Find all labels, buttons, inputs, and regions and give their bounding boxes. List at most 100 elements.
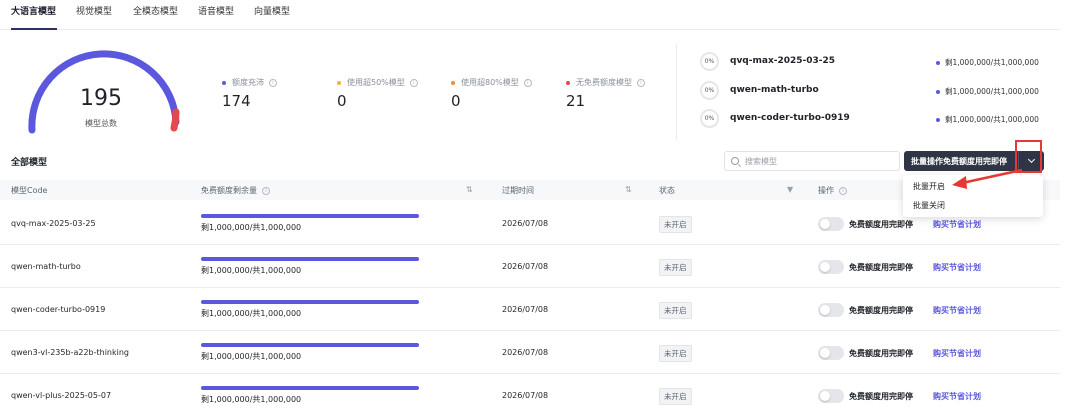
quota-progress-bar: [201, 300, 419, 304]
filter-icon[interactable]: ▼: [787, 185, 793, 194]
model-code: qwen-math-turbo: [11, 262, 81, 271]
batch-dropdown-menu: 批量开启 批量关闭: [903, 175, 1043, 217]
tab-llm[interactable]: 大语言模型: [11, 4, 56, 17]
quota-progress-fill: [201, 343, 419, 347]
quota-list-item: 0% qwen-coder-turbo-0919 剩1,000,000/共1,0…: [700, 109, 1040, 129]
stat-label: 额度充沛: [232, 78, 264, 87]
auto-stop-toggle[interactable]: [818, 260, 844, 274]
status-badge: 未开启: [659, 216, 692, 233]
quota-list-item: 0% qwen-math-turbo 剩1,000,000/共1,000,000: [700, 81, 1040, 101]
stat-label: 无免费额度模型: [576, 78, 632, 87]
column-header-status: 状态: [659, 186, 675, 195]
quota-progress-bar: [201, 343, 419, 347]
divider: [676, 44, 677, 140]
expire-date: 2026/07/08: [502, 391, 549, 400]
column-header-expire: 过期时间: [502, 186, 534, 195]
auto-stop-toggle[interactable]: [818, 303, 844, 317]
stat-over-80: 使用超80%模型 i 0: [451, 77, 532, 110]
section-title: 全部模型: [11, 158, 48, 168]
quota-remain-text: 剩1,000,000/共1,000,000: [201, 309, 302, 318]
status-badge: 未开启: [659, 345, 692, 362]
info-icon[interactable]: i: [269, 78, 277, 87]
auto-stop-toggle[interactable]: [818, 217, 844, 231]
auto-stop-label: 免费额度用完即停: [849, 220, 913, 229]
menu-item-batch-enable[interactable]: 批量开启: [913, 181, 945, 192]
status-badge: 未开启: [659, 259, 692, 276]
quota-remain-text: 剩1,000,000/共1,000,000: [945, 87, 1039, 96]
status-dot: [936, 117, 940, 122]
column-header-quota: 免费额度剩余量 i: [201, 185, 270, 196]
stat-over-50: 使用超50%模型 i 0: [337, 77, 418, 110]
percent-ring: 0%: [700, 81, 719, 100]
quota-remain-text: 剩1,000,000/共1,000,000: [945, 58, 1039, 67]
quota-progress-fill: [201, 257, 419, 261]
quota-remain-text: 剩1,000,000/共1,000,000: [201, 223, 302, 232]
model-type-tabs: 大语言模型 视觉模型 全模态模型 语音模型 向量模型: [0, 0, 1060, 30]
search-box: [724, 151, 900, 171]
active-tab-indicator: [11, 28, 57, 30]
stat-label: 使用超50%模型: [347, 78, 405, 87]
auto-stop-toggle[interactable]: [818, 389, 844, 403]
menu-item-batch-disable[interactable]: 批量关闭: [913, 200, 945, 211]
gauge-label: 模型总数: [85, 119, 117, 128]
info-icon[interactable]: i: [409, 78, 418, 87]
quota-remain-text: 剩1,000,000/共1,000,000: [201, 266, 302, 275]
tab-omni[interactable]: 全模态模型: [133, 4, 178, 17]
info-icon[interactable]: i: [637, 78, 645, 87]
buy-savings-plan-link[interactable]: 购买节省计划: [933, 391, 981, 402]
sort-icon[interactable]: ⇅: [466, 185, 473, 194]
status-dot: [451, 80, 455, 85]
quota-remain-text: 剩1,000,000/共1,000,000: [201, 395, 302, 404]
buy-savings-plan-link[interactable]: 购买节省计划: [933, 262, 981, 273]
quota-progress-bar: [201, 386, 419, 390]
table-row: qvq-max-2025-03-25 剩1,000,000/共1,000,000…: [0, 202, 1060, 245]
stat-value: 0: [337, 92, 347, 110]
auto-stop-toggle[interactable]: [818, 346, 844, 360]
quota-remain-text: 剩1,000,000/共1,000,000: [201, 352, 302, 361]
column-header-code: 模型Code: [11, 186, 48, 195]
stat-value: 21: [566, 92, 586, 110]
expire-date: 2026/07/08: [502, 219, 549, 228]
model-code: qvq-max-2025-03-25: [11, 219, 96, 228]
quota-list-item: 0% qvq-max-2025-03-25 剩1,000,000/共1,000,…: [700, 52, 1040, 72]
gauge-value: 195: [80, 86, 122, 111]
status-dot: [936, 60, 940, 65]
status-badge: 未开启: [659, 388, 692, 405]
search-input[interactable]: [745, 156, 885, 166]
expire-date: 2026/07/08: [502, 305, 549, 314]
auto-stop-label: 免费额度用完即停: [849, 392, 913, 401]
tab-vision[interactable]: 视觉模型: [76, 4, 112, 17]
tab-speech[interactable]: 语音模型: [198, 4, 234, 17]
table-header: 模型Code 免费额度剩余量 i ⇅ 过期时间 ⇅ 状态 ▼ 操作 i: [0, 180, 1060, 200]
quota-progress-fill: [201, 300, 419, 304]
info-icon[interactable]: i: [839, 186, 847, 195]
batch-operation-button[interactable]: 批量操作免费额度用完即停: [904, 151, 1018, 171]
quota-progress-bar: [201, 214, 419, 218]
buy-savings-plan-link[interactable]: 购买节省计划: [933, 219, 981, 230]
buy-savings-plan-link[interactable]: 购买节省计划: [933, 348, 981, 359]
auto-stop-label: 免费额度用完即停: [849, 306, 913, 315]
quota-progress-fill: [201, 386, 419, 390]
search-icon: [731, 157, 739, 165]
quota-model-name: qvq-max-2025-03-25: [730, 56, 836, 66]
model-code: qwen3-vl-235b-a22b-thinking: [11, 348, 130, 357]
percent-ring: 0%: [700, 52, 719, 71]
buy-savings-plan-link[interactable]: 购买节省计划: [933, 305, 981, 316]
table-row: qwen3-vl-235b-a22b-thinking 剩1,000,000/共…: [0, 331, 1060, 374]
quota-model-name: qwen-math-turbo: [730, 85, 819, 95]
status-dot: [936, 89, 940, 94]
info-icon[interactable]: i: [262, 186, 270, 195]
tab-embedding[interactable]: 向量模型: [254, 4, 290, 17]
model-code: qwen-vl-plus-2025-05-07: [11, 391, 112, 400]
status-dot: [337, 80, 341, 85]
status-dot: [566, 80, 570, 85]
stat-value: 174: [222, 92, 251, 110]
column-header-quota-label: 免费额度剩余量: [201, 186, 257, 195]
expire-date: 2026/07/08: [502, 348, 549, 357]
stat-no-free-quota: 无免费额度模型 i 21: [566, 77, 645, 110]
model-code: qwen-coder-turbo-0919: [11, 305, 106, 314]
info-icon[interactable]: i: [523, 78, 532, 87]
auto-stop-label: 免费额度用完即停: [849, 349, 913, 358]
sort-icon[interactable]: ⇅: [625, 185, 632, 194]
quota-model-name: qwen-coder-turbo-0919: [730, 113, 850, 123]
